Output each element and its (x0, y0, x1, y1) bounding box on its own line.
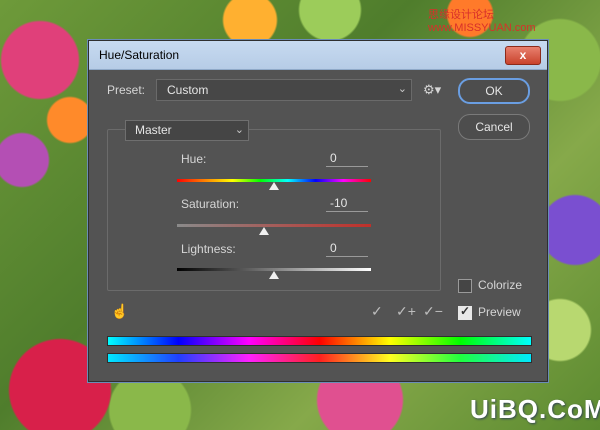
ok-button[interactable]: OK (458, 78, 530, 104)
dialog-title: Hue/Saturation (99, 48, 180, 62)
saturation-slider-thumb[interactable] (259, 227, 270, 235)
input-spectrum-bar (107, 336, 532, 346)
hue-field[interactable]: 0 (326, 150, 368, 167)
hue-value: 0 (330, 151, 337, 165)
output-spectrum-bar (107, 353, 532, 363)
targeted-adjustment-hand-icon[interactable]: ☝ (111, 303, 128, 320)
cancel-button[interactable]: Cancel (458, 114, 530, 140)
saturation-label: Saturation: (181, 197, 240, 211)
preset-label: Preset: (107, 83, 146, 97)
channel-select[interactable]: Master ⌄ (125, 120, 249, 141)
eyedropper-icon[interactable]: ✓ (371, 303, 383, 320)
lightness-field[interactable]: 0 (326, 240, 368, 257)
channel-value: Master (135, 123, 172, 137)
saturation-slider-track[interactable] (177, 224, 371, 227)
lightness-slider-thumb[interactable] (269, 271, 279, 279)
eyedropper-minus-icon[interactable]: ✓− (423, 303, 443, 320)
close-button[interactable]: x (505, 46, 541, 65)
lightness-value: 0 (330, 241, 337, 255)
preset-select[interactable]: Custom ⌄ (156, 79, 412, 101)
saturation-value: -10 (330, 196, 348, 210)
hue-slider-thumb[interactable] (269, 182, 279, 190)
saturation-field[interactable]: -10 (326, 195, 368, 212)
watermark-top: 思缘设计论坛 www.MISSYUAN.com (428, 9, 536, 34)
hue-saturation-dialog: Hue/Saturation x Preset: Custom ⌄ ⚙▾ OK … (88, 40, 548, 382)
watermark-bottom: UiBQ.CoM (470, 394, 600, 424)
settings-gear-icon[interactable]: ⚙▾ (423, 82, 441, 98)
chevron-down-icon: ⌄ (234, 124, 244, 136)
adjustment-panel (107, 129, 441, 291)
preview-label: Preview (478, 305, 521, 319)
eyedropper-plus-icon[interactable]: ✓+ (396, 303, 416, 320)
colorize-label: Colorize (478, 278, 523, 292)
preset-value: Custom (167, 83, 209, 97)
hue-label: Hue: (181, 152, 207, 166)
lightness-label: Lightness: (181, 242, 236, 256)
preview-checkbox[interactable] (458, 304, 472, 320)
chevron-down-icon: ⌄ (397, 83, 407, 95)
colorize-checkbox[interactable] (458, 279, 472, 293)
dialog-titlebar[interactable]: Hue/Saturation x (89, 41, 547, 70)
